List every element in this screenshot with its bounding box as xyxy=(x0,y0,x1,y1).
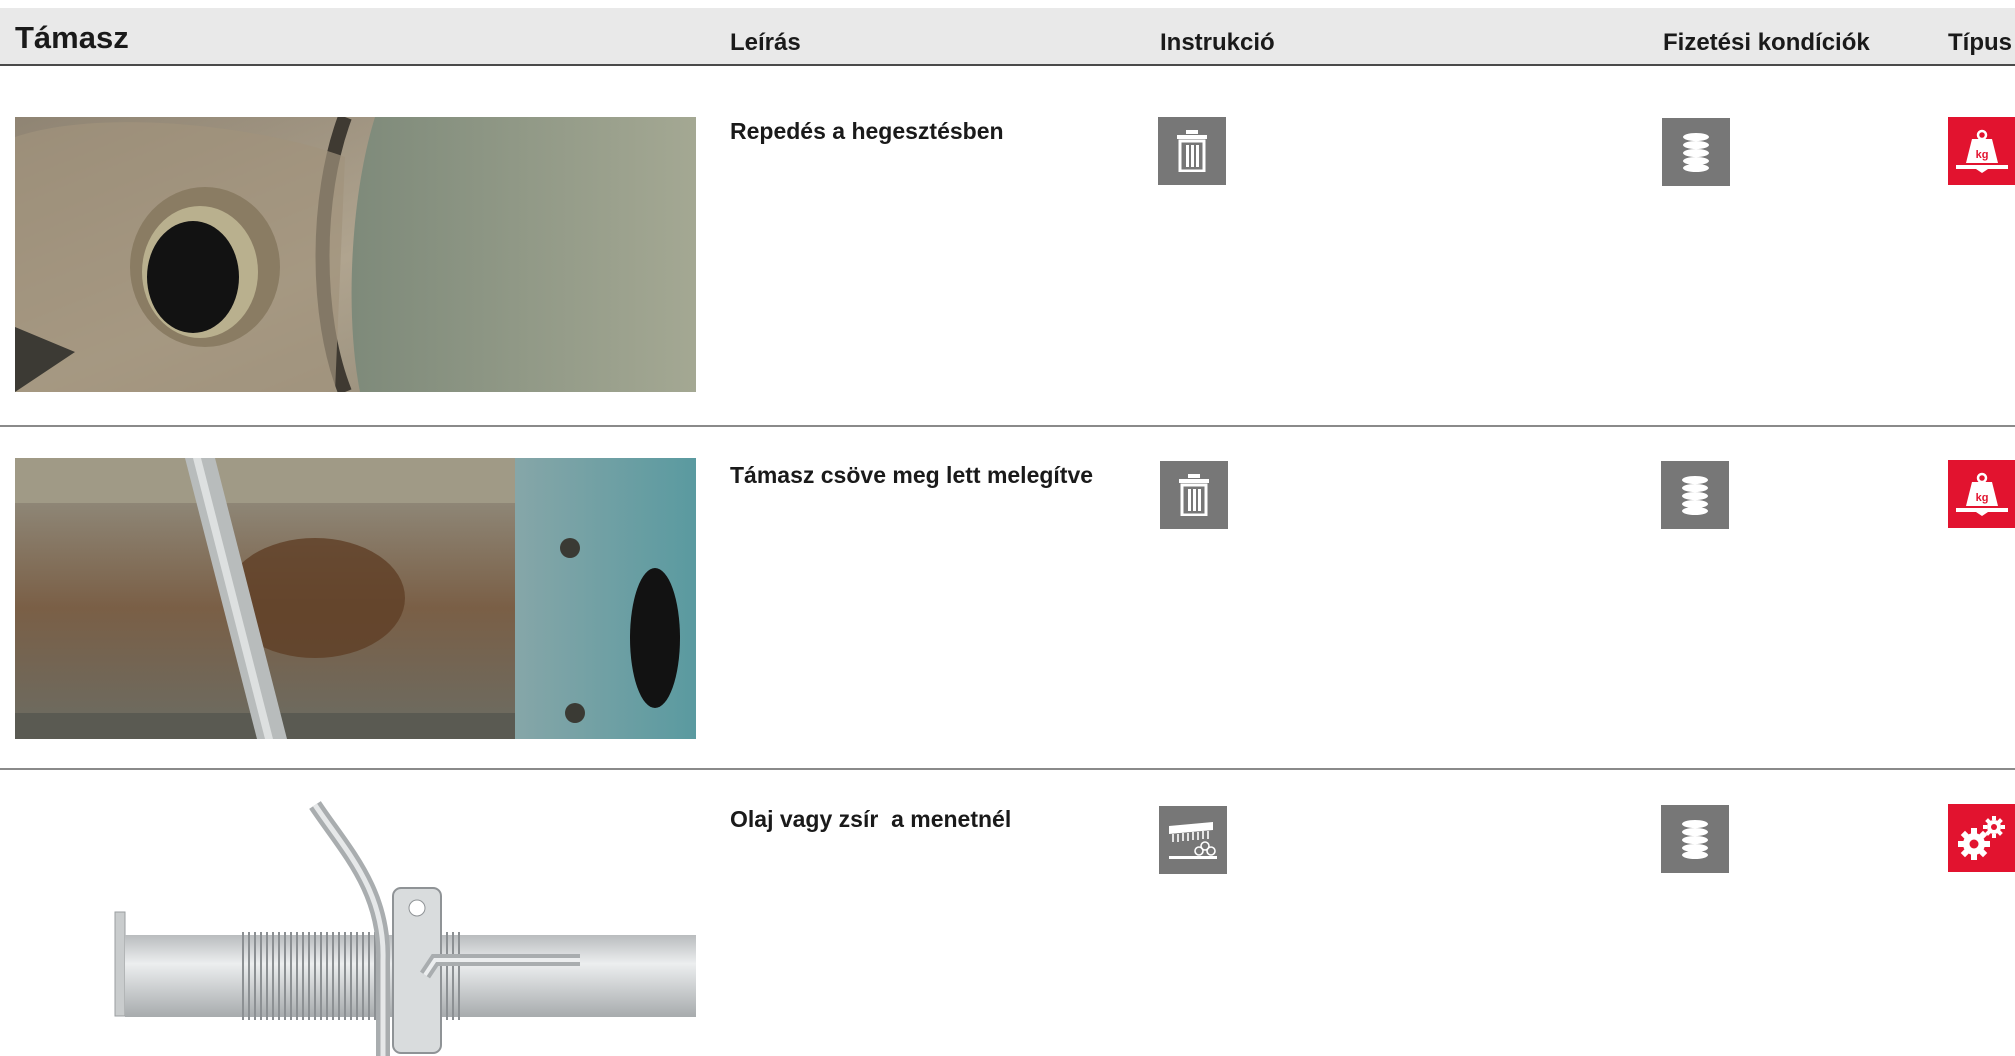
table-header: Támasz Leírás Instrukció Fizetési kondíc… xyxy=(0,8,2015,66)
description-text: Repedés a hegesztésben xyxy=(730,118,1004,144)
weight-label: kg xyxy=(1976,149,1989,161)
trash-icon xyxy=(1158,117,1226,185)
row-divider xyxy=(0,768,2015,770)
description-text: Olaj vagy zsír a menetnél xyxy=(730,806,1012,832)
gears-icon xyxy=(1948,804,2015,872)
coin-stack-icon xyxy=(1661,461,1729,529)
weld-crack-photo xyxy=(15,117,696,392)
coin-stack-icon xyxy=(1661,805,1729,873)
column-header-payment: Fizetési kondíciók xyxy=(1663,29,1870,56)
column-header-type: Típus xyxy=(1948,29,2012,56)
weight-kg-icon: kg xyxy=(1948,117,2015,185)
weight-kg-icon: kg xyxy=(1948,460,2015,528)
weight-label: kg xyxy=(1976,492,1989,504)
coin-stack-icon xyxy=(1662,118,1730,186)
description-text: Támasz csöve meg lett melegítve xyxy=(730,462,1094,488)
brush-clean-icon xyxy=(1159,806,1227,874)
trash-icon xyxy=(1160,461,1228,529)
row-divider xyxy=(0,425,2015,427)
heated-tube-photo xyxy=(15,458,696,739)
column-header-instruction: Instrukció xyxy=(1160,29,1275,56)
column-header-description: Leírás xyxy=(730,29,801,56)
threaded-prop-illustration xyxy=(15,800,696,1056)
page-title: Támasz xyxy=(15,20,129,55)
